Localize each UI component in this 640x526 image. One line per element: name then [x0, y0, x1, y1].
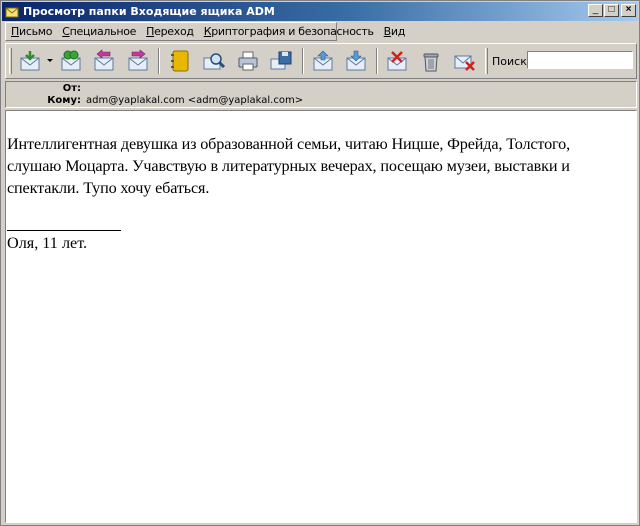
- maximize-icon: □: [608, 4, 615, 15]
- title-bar[interactable]: Просмотр папки Входящие ящика ADM _ □ ×: [2, 2, 638, 21]
- mail-folder-icon: [5, 7, 19, 17]
- toolbar-separator: [376, 48, 378, 74]
- trash-button[interactable]: [417, 47, 445, 75]
- delete-icon: [454, 55, 475, 71]
- find-button[interactable]: [200, 47, 228, 75]
- reply-button[interactable]: [90, 47, 118, 75]
- to-label: Кому:: [47, 95, 81, 106]
- menu-view[interactable]: Вид: [379, 25, 410, 38]
- minimize-icon: _: [592, 4, 599, 15]
- delete-button[interactable]: [450, 47, 478, 75]
- menu-letter[interactable]: Письмо: [6, 25, 57, 38]
- save-button[interactable]: [267, 47, 295, 75]
- address-book-icon: [171, 50, 189, 72]
- forward-button[interactable]: [124, 47, 152, 75]
- message-text: Интеллигентная девушка из образованной с…: [7, 135, 570, 197]
- minimize-button[interactable]: _: [588, 4, 603, 17]
- from-label: От:: [62, 83, 81, 94]
- toolbar-grip[interactable]: [485, 48, 488, 74]
- signature-separator: [7, 230, 121, 231]
- junk-button[interactable]: [383, 47, 411, 75]
- send-receive-icon: [61, 50, 81, 71]
- reply-icon: [94, 49, 114, 71]
- maximize-button[interactable]: □: [604, 4, 619, 17]
- previous-button[interactable]: [309, 47, 337, 75]
- get-mail-button[interactable]: [16, 47, 44, 75]
- trash-icon: [423, 53, 439, 72]
- search-label: Поиск:: [492, 55, 531, 68]
- address-book-button[interactable]: [166, 47, 194, 75]
- menu-special[interactable]: Специальное: [57, 25, 141, 38]
- to-value[interactable]: adm@yaplakal.com <adm@yaplakal.com>: [86, 95, 303, 106]
- message-signature: Оля, 11 лет.: [7, 234, 88, 252]
- menu-go[interactable]: Переход: [141, 25, 199, 38]
- close-icon: ×: [625, 4, 632, 15]
- get-mail-dropdown-icon[interactable]: [47, 59, 53, 62]
- print-button[interactable]: [234, 47, 262, 75]
- junk-icon: [387, 51, 407, 71]
- forward-icon: [128, 49, 148, 71]
- find-icon: [203, 53, 226, 70]
- message-headers: От: Кому: adm@yaplakal.com <adm@yaplakal…: [5, 81, 637, 108]
- close-button[interactable]: ×: [621, 4, 636, 17]
- toolbar-separator: [158, 48, 160, 74]
- print-icon: [238, 51, 258, 71]
- mail-window: Просмотр папки Входящие ящика ADM _ □ × …: [0, 0, 640, 526]
- toolbar: Поиск:: [5, 43, 637, 79]
- next-icon: [346, 50, 366, 71]
- toolbar-grip[interactable]: [9, 48, 12, 74]
- save-icon: [270, 51, 292, 70]
- menu-crypto[interactable]: Криптография и безопасность: [199, 25, 379, 38]
- send-receive-button[interactable]: [57, 47, 85, 75]
- search-input[interactable]: [527, 51, 633, 69]
- get-mail-icon: [20, 51, 40, 71]
- window-title: Просмотр папки Входящие ящика ADM: [23, 5, 275, 18]
- toolbar-separator: [302, 48, 304, 74]
- message-body[interactable]: Интеллигентная девушка из образованной с…: [5, 110, 637, 523]
- menu-bar: Письмо Специальное Переход Криптография …: [5, 22, 405, 41]
- previous-icon: [313, 50, 333, 71]
- next-button[interactable]: [342, 47, 370, 75]
